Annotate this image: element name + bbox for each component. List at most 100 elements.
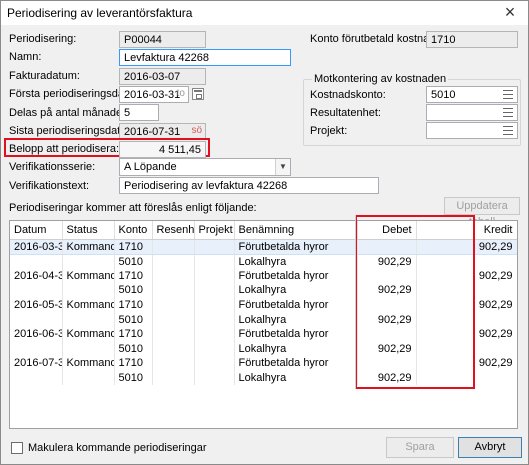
cell-benamning: Lokalhyra bbox=[234, 254, 358, 269]
cell-konto: 1710 bbox=[114, 297, 153, 313]
cell-status bbox=[62, 312, 115, 327]
list-lookup-icon[interactable] bbox=[501, 106, 515, 119]
cell-status bbox=[62, 341, 115, 357]
cell-projekt bbox=[194, 370, 235, 386]
cell-datum: 2016-06-30 bbox=[10, 326, 63, 342]
cell-datum bbox=[10, 370, 63, 386]
delas-label: Delas på antal månader: bbox=[9, 107, 129, 119]
cell-konto: 5010 bbox=[114, 283, 153, 298]
cell-datum bbox=[10, 341, 63, 357]
cell-status: Kommande bbox=[62, 326, 115, 342]
close-icon[interactable]: × bbox=[500, 2, 520, 22]
cancel-button[interactable]: Avbryt bbox=[458, 437, 522, 458]
periodisering-label: Periodisering: bbox=[9, 33, 77, 45]
col-datum[interactable]: Datum bbox=[10, 221, 63, 240]
cell-projekt bbox=[194, 356, 235, 371]
col-resenh[interactable]: Resenh bbox=[152, 221, 195, 240]
namn-label: Namn: bbox=[9, 51, 42, 63]
calendar-icon[interactable] bbox=[192, 88, 204, 100]
cell-resenh bbox=[152, 356, 195, 371]
verifikationstext-label: Verifikationstext: bbox=[9, 180, 90, 192]
cell-projekt bbox=[194, 283, 235, 298]
cell-benamning: Förutbetalda hyror bbox=[234, 238, 358, 255]
cell-resenh bbox=[152, 297, 195, 313]
cell-datum bbox=[10, 283, 63, 298]
fakturadatum-label: Fakturadatum: bbox=[9, 70, 80, 82]
projekt-label: Projekt: bbox=[310, 125, 348, 137]
list-lookup-icon[interactable] bbox=[501, 124, 515, 137]
chevron-down-icon[interactable]: ▼ bbox=[275, 159, 290, 175]
cell-benamning: Lokalhyra bbox=[234, 341, 358, 357]
projekt-input[interactable] bbox=[426, 122, 518, 139]
verifikationsserie-value: A Löpande bbox=[124, 161, 177, 173]
save-button[interactable]: Spara bbox=[386, 437, 454, 458]
verifikationsserie-label: Verifikationsserie: bbox=[9, 161, 96, 173]
cell-resenh bbox=[152, 254, 195, 269]
list-lookup-icon[interactable] bbox=[501, 88, 515, 101]
window-title: Periodisering av leverantörsfaktura bbox=[7, 6, 193, 20]
kostnadskonto-value: 5010 bbox=[431, 89, 456, 101]
sista-datum-weekday: sö bbox=[191, 125, 202, 136]
cell-konto: 5010 bbox=[114, 370, 153, 386]
col-status[interactable]: Status bbox=[62, 221, 115, 240]
cell-status bbox=[62, 283, 115, 298]
namn-input[interactable]: Levfaktura 42268 bbox=[119, 49, 291, 66]
makulera-checkbox[interactable] bbox=[11, 442, 23, 454]
konto-forutbetald-label: Konto förutbetald kostnad: bbox=[310, 33, 439, 45]
update-table-button[interactable]: Uppdatera tabell bbox=[444, 197, 520, 228]
col-projekt[interactable]: Projekt bbox=[194, 221, 235, 240]
cell-benamning: Lokalhyra bbox=[234, 283, 358, 298]
cell-resenh bbox=[152, 268, 195, 284]
forsta-datum-value: 2016-03-31 bbox=[124, 89, 181, 101]
belopp-field: 4 511,45 bbox=[119, 141, 206, 158]
col-konto[interactable]: Konto bbox=[114, 221, 153, 240]
cell-resenh bbox=[152, 312, 195, 327]
cell-resenh bbox=[152, 341, 195, 357]
cell-resenh bbox=[152, 283, 195, 298]
cell-benamning: Lokalhyra bbox=[234, 370, 358, 386]
forsta-datum-weekday: to bbox=[176, 88, 185, 99]
cell-datum: 2016-04-30 bbox=[10, 268, 63, 284]
cell-resenh bbox=[152, 326, 195, 342]
konto-forutbetald-field: 1710 bbox=[426, 31, 518, 48]
cell-projekt bbox=[194, 254, 235, 269]
cell-projekt bbox=[194, 297, 235, 313]
cell-status bbox=[62, 370, 115, 386]
cell-konto: 5010 bbox=[114, 312, 153, 327]
periodisering-field: P00044 bbox=[119, 31, 206, 48]
cell-datum: 2016-05-31 bbox=[10, 297, 63, 313]
belopp-label: Belopp att periodisera: bbox=[9, 143, 120, 155]
cell-status bbox=[62, 254, 115, 269]
cell-konto: 1710 bbox=[114, 356, 153, 371]
cell-konto: 1710 bbox=[114, 268, 153, 284]
cell-benamning: Lokalhyra bbox=[234, 312, 358, 327]
dialog-window: Periodisering av leverantörsfaktura × Pe… bbox=[0, 0, 529, 465]
cell-resenh bbox=[152, 238, 195, 255]
cell-projekt bbox=[194, 312, 235, 327]
resultatenhet-input[interactable] bbox=[426, 104, 518, 121]
cell-status: Kommande bbox=[62, 268, 115, 284]
cell-konto: 5010 bbox=[114, 341, 153, 357]
cell-benamning: Förutbetalda hyror bbox=[234, 297, 358, 313]
cell-benamning: Förutbetalda hyror bbox=[234, 268, 358, 284]
cell-benamning: Förutbetalda hyror bbox=[234, 326, 358, 342]
cell-konto: 1710 bbox=[114, 326, 153, 342]
col-benamning[interactable]: Benämning bbox=[234, 221, 358, 240]
makulera-label: Makulera kommande periodiseringar bbox=[28, 442, 207, 454]
verifikationsserie-select[interactable]: A Löpande ▼ bbox=[119, 158, 291, 176]
delas-input[interactable]: 5 bbox=[119, 104, 159, 121]
forsta-datum-input[interactable]: 2016-03-31 to bbox=[119, 86, 189, 103]
cell-konto: 1710 bbox=[114, 238, 153, 255]
cell-datum: 2016-07-31 bbox=[10, 356, 63, 371]
cell-status: Kommande bbox=[62, 238, 115, 255]
resultatenhet-label: Resultatenhet: bbox=[310, 107, 381, 119]
kostnadskonto-input[interactable]: 5010 bbox=[426, 86, 518, 103]
grid-caption: Periodiseringar kommer att föreslås enli… bbox=[9, 202, 257, 214]
cell-status: Kommande bbox=[62, 356, 115, 371]
cell-datum: 2016-03-31 bbox=[10, 238, 63, 255]
debet-kredit-divider bbox=[355, 215, 415, 389]
cell-projekt bbox=[194, 238, 235, 255]
verifikationstext-input[interactable]: Periodisering av levfaktura 42268 bbox=[119, 177, 379, 194]
fakturadatum-field: 2016-03-07 bbox=[119, 68, 206, 85]
sista-datum-value: 2016-07-31 bbox=[124, 126, 181, 138]
